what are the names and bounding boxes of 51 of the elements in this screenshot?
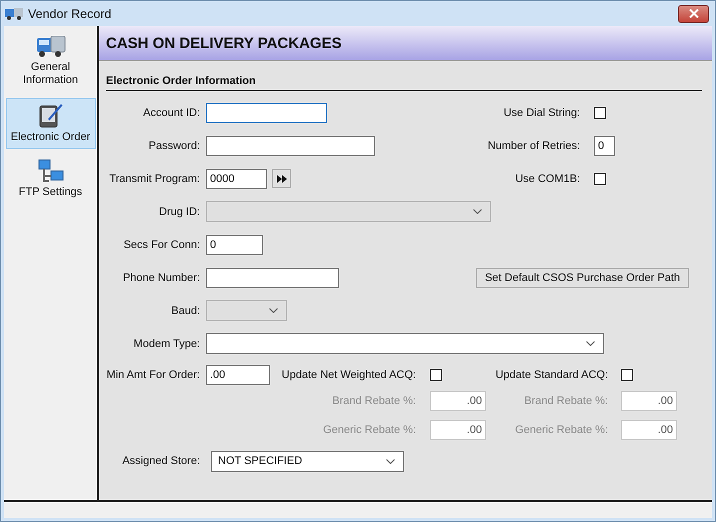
input-field[interactable] (206, 268, 339, 288)
field-label: Generic Rebate %: (322, 424, 416, 436)
tablet-pen-icon (38, 102, 62, 128)
chevron-down-icon (386, 458, 395, 464)
field-label: Modem Type: (132, 338, 200, 350)
sidebar-item[interactable]: General Information (6, 32, 96, 92)
checkbox[interactable] (594, 106, 606, 118)
checkbox[interactable] (621, 369, 633, 381)
page-title: CASH ON DELIVERY PACKAGES (106, 34, 342, 52)
chevron-down-icon (586, 341, 595, 346)
dropdown[interactable]: NOT SPECIFIED (211, 450, 404, 472)
section-heading: Electronic Order Information (106, 75, 702, 91)
field-label: Use COM1B: (515, 172, 580, 184)
input-field[interactable] (206, 102, 327, 122)
input-field[interactable]: 0 (206, 234, 263, 254)
field-label: Phone Number: (122, 272, 200, 284)
field-label: Generic Rebate %: (514, 424, 608, 436)
field-label: Update Standard ACQ: (494, 369, 608, 381)
field-label: Password: (148, 140, 200, 152)
field-label: Use Dial String: (504, 106, 580, 118)
truck-icon (5, 8, 23, 20)
input-field[interactable]: 0000 (206, 168, 267, 188)
close-icon (688, 9, 698, 18)
input-field[interactable]: 0 (594, 136, 615, 156)
field-label: Secs For Conn: (122, 238, 200, 250)
field-label: Update Net Weighted ACQ: (280, 369, 416, 381)
fast-forward-icon (276, 174, 286, 182)
dropdown[interactable] (206, 333, 604, 354)
sidebar-item[interactable]: FTP Settings (6, 155, 96, 204)
field-label: Number of Retries: (488, 140, 580, 152)
input-field[interactable]: .00 (206, 365, 270, 385)
field-label: Drug ID: (158, 206, 200, 218)
chevron-down-icon (473, 209, 482, 214)
field-label: Brand Rebate %: (523, 395, 608, 407)
truck-icon (36, 36, 66, 58)
field-label: Assigned Store: (121, 455, 200, 467)
field-label: Min Amt For Order: (106, 369, 200, 381)
field-label: Account ID: (142, 106, 200, 118)
field-label: Transmit Program: (108, 172, 200, 184)
window-title: Vendor Record (28, 6, 112, 20)
input-field[interactable] (206, 136, 375, 156)
set-path-button[interactable]: Set Default CSOS Purchase Order Path (476, 268, 689, 288)
chevron-down-icon (269, 308, 278, 313)
field-label: Baud: (170, 304, 200, 316)
network-computers-icon (38, 159, 64, 183)
close-button[interactable] (678, 4, 709, 22)
field-label: Brand Rebate %: (331, 395, 416, 407)
checkbox[interactable] (594, 172, 606, 184)
run-button[interactable] (272, 169, 291, 188)
sidebar-item[interactable]: Electronic Order (6, 98, 96, 149)
checkbox[interactable] (430, 369, 442, 381)
